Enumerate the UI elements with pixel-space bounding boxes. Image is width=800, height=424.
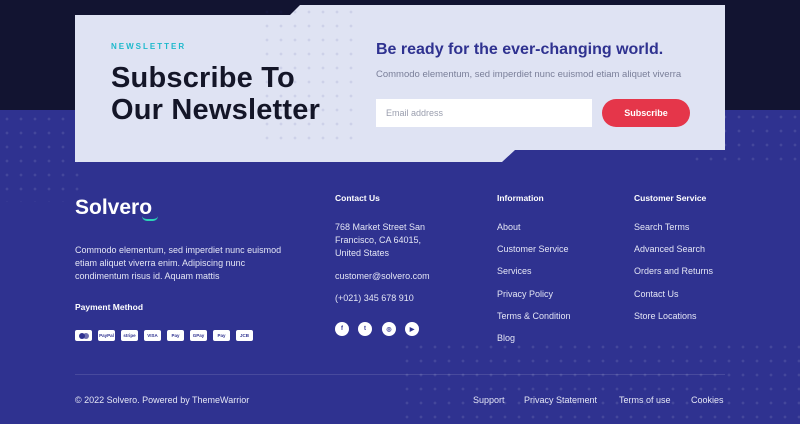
bottom-link-support[interactable]: Support <box>473 395 505 405</box>
mastercard-icon <box>75 330 92 341</box>
contact-email-link[interactable]: customer@solvero.com <box>335 271 430 281</box>
customer-service-title: Customer Service <box>634 193 707 203</box>
subscribe-button[interactable]: Subscribe <box>602 99 690 127</box>
info-link-blog[interactable]: Blog <box>497 333 515 343</box>
facebook-icon[interactable]: f <box>335 322 349 336</box>
newsletter-subline: Commodo elementum, sed imperdiet nunc eu… <box>376 69 682 80</box>
email-input[interactable] <box>376 99 592 127</box>
newsletter-headline: Be ready for the ever-changing world. <box>376 41 664 58</box>
newsletter-title: Subscribe To Our Newsletter <box>111 62 320 126</box>
cs-link-advanced-search[interactable]: Advanced Search <box>634 244 705 254</box>
instagram-icon[interactable]: ◎ <box>382 322 396 336</box>
info-link-about[interactable]: About <box>497 222 521 232</box>
contact-phone-link[interactable]: (+021) 345 678 910 <box>335 293 414 303</box>
logo-swoosh-icon <box>142 216 158 221</box>
cs-link-search-terms[interactable]: Search Terms <box>634 222 689 232</box>
stripe-icon: stripe <box>121 330 138 341</box>
payment-method-title: Payment Method <box>75 302 144 312</box>
amazon-pay-icon: Pay <box>213 330 230 341</box>
dot-pattern-left <box>0 112 80 202</box>
info-link-privacy-policy[interactable]: Privacy Policy <box>497 289 553 299</box>
information-title: Information <box>497 193 544 203</box>
solvero-logo[interactable]: Solvero <box>75 196 152 220</box>
apple-pay-icon: Pay <box>167 330 184 341</box>
bottom-link-privacy-statement[interactable]: Privacy Statement <box>524 395 597 405</box>
newsletter-title-line2: Our Newsletter <box>111 94 321 126</box>
copyright-text: © 2022 Solvero. Powered by ThemeWarrior <box>75 395 250 405</box>
newsletter-eyebrow: NEWSLETTER <box>111 42 187 51</box>
brand-description: Commodo elementum, sed imperdiet nunc eu… <box>75 245 282 281</box>
youtube-icon[interactable]: ▶ <box>405 322 419 336</box>
jcb-icon: JCB <box>236 330 253 341</box>
visa-icon: VISA <box>144 330 161 341</box>
contact-address: 768 Market Street San Francisco, CA 6401… <box>335 222 426 258</box>
dot-pattern-bottom-right <box>400 340 800 424</box>
footer-divider <box>75 374 725 375</box>
payment-icons: PayPal stripe VISA Pay GPay Pay JCB <box>75 330 253 341</box>
cs-link-store-locations[interactable]: Store Locations <box>634 311 697 321</box>
info-link-services[interactable]: Services <box>497 266 532 276</box>
google-pay-icon: GPay <box>190 330 207 341</box>
paypal-icon: PayPal <box>98 330 115 341</box>
info-link-terms[interactable]: Terms & Condition <box>497 311 571 321</box>
cs-link-orders-returns[interactable]: Orders and Returns <box>634 266 713 276</box>
info-link-customer-service[interactable]: Customer Service <box>497 244 569 254</box>
bottom-link-terms-of-use[interactable]: Terms of use <box>619 395 671 405</box>
bottom-link-cookies[interactable]: Cookies <box>691 395 724 405</box>
contact-title: Contact Us <box>335 193 380 203</box>
cs-link-contact-us[interactable]: Contact Us <box>634 289 679 299</box>
twitter-icon[interactable]: t <box>358 322 372 336</box>
newsletter-title-line1: Subscribe To <box>111 62 295 94</box>
